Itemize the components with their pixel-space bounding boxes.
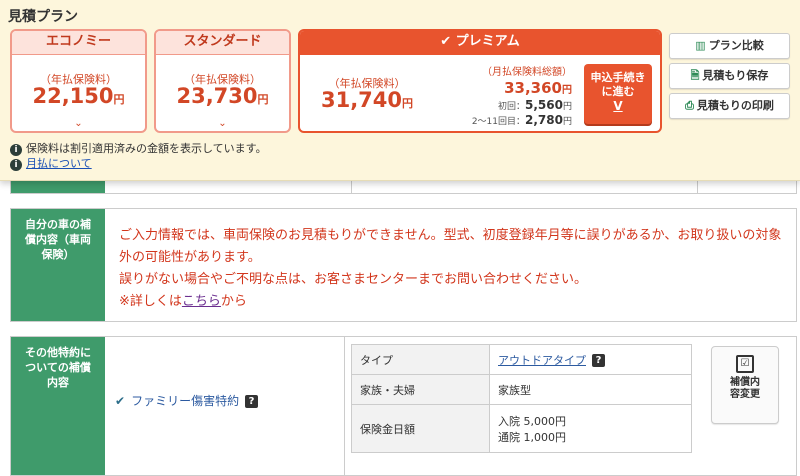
compare-label: プラン比較 [708,39,764,52]
section-label: 自分の車の補償内容（車両保険） [11,209,105,321]
chevron-down-icon: ⌄ [74,118,83,129]
message-line: 誤りがない場合やご不明な点は、お客さまセンターまでお問い合わせください。 [119,272,588,287]
check-icon: ✔ [115,394,126,408]
yen-unit: 円 [113,93,125,106]
columns-icon: ▥ [695,39,706,52]
note-text: 保険料は割引適用済みの金額を表示しています。 [26,142,267,155]
printer-icon: ⎙ [685,99,694,112]
message-prefix: ※詳しくは [119,294,182,309]
print-label: 見積もりの印刷 [696,99,774,112]
later-value: 2,780 [525,113,563,127]
info-icon: i [10,159,22,171]
table-key: 保険金日額 [351,404,490,453]
document-icon: 🗎 [690,69,700,82]
message-line: ご入力情報では、車両保険のお見積もりができません。型式、初度登録年月等に誤りがあ… [119,228,782,265]
later-label: 2〜11回目： [471,117,526,127]
yen-unit: 円 [402,97,414,110]
family-rider: ✔ ファミリー傷害特約? [115,392,259,409]
section-label-text: その他特約についての補償内容 [25,346,91,389]
monthly-label: （月払保険料総額） [482,67,572,78]
plan-standard[interactable]: スタンダード （年払保険料） 23,730円 ⌄ [154,29,291,133]
apply-arrow: V [613,99,623,113]
checklist-icon: ☑ [736,355,754,373]
save-quote-button[interactable]: 🗎 見積もり保存 [669,63,790,89]
plan-name-selected: ✔ プレミアム [300,31,660,55]
rider-detail-table: タイプ アウトドアタイプ? 家族・夫婦 家族型 保険金日額 入院 5,000円 … [351,344,692,453]
price-value: 31,740 [320,88,403,112]
table-value: アウトドアタイプ? [489,344,692,375]
monthly-link[interactable]: 月払について [26,157,92,170]
details-link[interactable]: こちら [182,294,221,309]
first-payment: 初回：5,560円 [472,98,572,112]
yen-unit: 円 [562,117,572,127]
plan-name: エコノミー [12,31,145,55]
plan-economy[interactable]: エコノミー （年払保険料） 22,150円 ⌄ [10,29,147,133]
change-coverage-button[interactable]: ☑ 補償内容変更 [711,346,779,424]
plan-price: 23,730円 [156,84,289,108]
message-suffix: から [220,294,247,309]
table-row: 家族・夫婦 家族型 [351,374,692,405]
help-icon[interactable]: ? [245,395,259,408]
monthly-breakdown: （月払保険料総額） 33,360円 初回：5,560円 2〜11回目：2,780… [472,63,572,127]
plan-premium[interactable]: ✔ プレミアム （年払保険料） 31,740円 （月払保険料総額） 33,360… [298,29,662,133]
other-riders-section: その他特約についての補償内容 ✔ ファミリー傷害特約? タイプ アウトドアタイプ?… [10,336,797,476]
table-value: 入院 5,000円 通院 1,000円 [489,404,692,453]
save-label: 見積もり保存 [702,69,769,82]
apply-label: 申込手続きに進む [590,71,646,98]
plan-name-text: プレミアム [455,34,520,49]
hospital-amount: 入院 5,000円 [498,414,566,428]
table-row: 保険金日額 入院 5,000円 通院 1,000円 [351,404,692,453]
discount-note: i 保険料は割引適用済みの金額を表示しています。 [10,140,267,156]
page-title: 見積プラン [8,9,78,25]
later-payment: 2〜11回目：2,780円 [472,113,572,127]
rider-name: ファミリー傷害特約 [131,394,240,408]
table-value: 家族型 [489,374,692,405]
monthly-total: 33,360円 [472,79,572,97]
plan-price: 22,150円 [12,84,145,108]
first-label: 初回： [498,102,526,112]
check-icon: ✔ [440,34,456,49]
monthly-note: i 月払について [10,155,92,171]
yen-unit: 円 [257,93,269,106]
help-icon[interactable]: ? [592,354,605,367]
table-key: タイプ [351,344,490,375]
error-message: ご入力情報では、車両保険のお見積もりができません。型式、初度登録年月等に誤りがあ… [119,225,784,313]
table-key: 家族・夫婦 [351,374,490,405]
yen-unit: 円 [562,85,572,96]
chevron-down-icon: ⌄ [218,118,227,129]
outpatient-amount: 通院 1,000円 [498,430,566,444]
monthly-total-value: 33,360 [504,79,562,97]
apply-button[interactable]: 申込手続きに進む V [584,64,652,124]
plan-price: 31,740円 [312,88,422,112]
divider [344,337,345,475]
message-line: ※詳しくはこちらから [119,291,784,313]
section-label: その他特約についての補償内容 [11,337,105,475]
first-value: 5,560 [525,98,563,112]
yen-unit: 円 [562,102,572,112]
compare-plans-button[interactable]: ▥ プラン比較 [669,33,790,59]
change-label: 補償内容変更 [730,377,760,400]
section-label-text: 自分の車の補償内容（車両保険） [25,218,91,261]
table-row: タイプ アウトドアタイプ? [351,344,692,375]
print-quote-button[interactable]: ⎙ 見積もりの印刷 [669,93,790,119]
price-value: 22,150 [32,84,114,108]
type-link[interactable]: アウトドアタイプ [498,354,586,367]
plan-name: スタンダード [156,31,289,55]
vehicle-coverage-section: 自分の車の補償内容（車両保険） ご入力情報では、車両保険のお見積もりができません… [10,208,797,322]
chevron-down-icon: V [584,99,652,113]
plan-header: 見積プラン エコノミー （年払保険料） 22,150円 ⌄ スタンダード （年払… [0,0,800,181]
price-value: 23,730 [176,84,258,108]
